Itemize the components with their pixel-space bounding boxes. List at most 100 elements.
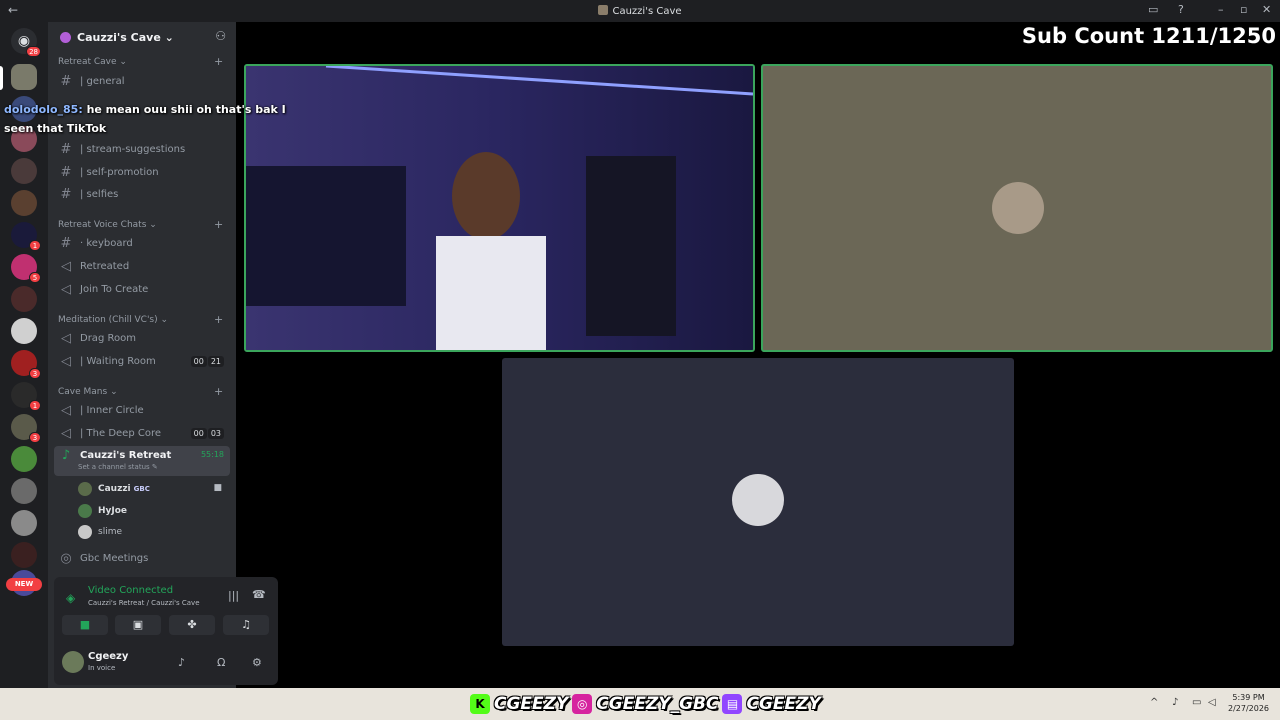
channel-general[interactable]: # | general [54, 72, 230, 92]
invite-icon[interactable]: ⚇ [215, 29, 226, 43]
participant-avatar [992, 182, 1044, 234]
avatar [78, 525, 92, 539]
new-badge: NEW [6, 578, 42, 591]
voice-user[interactable]: slime [78, 523, 228, 541]
server-icon-8[interactable] [11, 286, 37, 312]
channel-label: | general [80, 76, 125, 87]
noise-suppression-icon[interactable]: ||| [228, 589, 239, 602]
voice-location[interactable]: Cauzzi's Retreat / Cauzzi's Cave [88, 599, 200, 607]
window-title: Cauzzi's Cave [0, 5, 1280, 17]
add-channel-icon[interactable]: + [214, 55, 223, 68]
shelf [586, 156, 676, 336]
text-channel-icon: # [60, 187, 72, 202]
disconnect-icon[interactable]: ☎ [252, 588, 266, 601]
category-retreat-cave[interactable]: Retreat Cave ⌄ + [58, 55, 223, 68]
channel-retreated[interactable]: ◁ Retreated [54, 257, 230, 277]
server-badge-7: 5 [29, 272, 41, 283]
server-icon-9[interactable] [11, 318, 37, 344]
inbox-icon[interactable]: ▭ [1148, 3, 1158, 16]
video-tile-participant-3[interactable] [502, 358, 1014, 646]
clock-date: 2/27/2026 [1228, 704, 1270, 713]
maximize-button[interactable]: ▫ [1240, 3, 1247, 16]
server-icon-cauzzis-cave[interactable] [11, 64, 37, 90]
server-icon-11[interactable]: 1 [11, 382, 41, 411]
add-channel-icon[interactable]: + [214, 218, 223, 231]
channel-deep-core[interactable]: ◁ | The Deep Core 00 03 [54, 424, 230, 444]
server-icon-15[interactable] [11, 510, 37, 536]
channel-selfies[interactable]: # | selfies [54, 185, 230, 205]
tray-chevron-icon[interactable]: ^ [1150, 697, 1158, 708]
category-meditation[interactable]: Meditation (Chill VC's) ⌄ + [58, 313, 223, 326]
stage-icon: ◎ [60, 551, 72, 566]
channel-join-to-create[interactable]: ◁ Join To Create [54, 280, 230, 300]
server-name-text: Cauzzi's Cave [77, 31, 161, 44]
server-icon-4[interactable] [11, 158, 37, 184]
category-cave-mans[interactable]: Cave Mans ⌄ + [58, 385, 223, 398]
home-discord-icon[interactable]: ◉ 28 [11, 28, 41, 57]
server-icon-13[interactable] [11, 446, 37, 472]
settings-gear-icon[interactable]: ⚙ [252, 656, 262, 669]
taskbar: K CGEEZY ◎ CGEEZY_GBC ▤ CGEEZY ^ ♪ ▭ ◁ 5… [0, 688, 1280, 720]
server-name: Cauzzi's Cave ⌄ [77, 31, 174, 44]
tray-mic-icon[interactable]: ♪ [1172, 697, 1178, 708]
channel-cauzzis-retreat[interactable]: ♪ Cauzzi's Retreat 55:18 Set a channel stat… [54, 446, 230, 476]
voice-user[interactable]: Cauzzi GBC ■ [78, 480, 228, 498]
voice-user-name: HyJoe [98, 506, 128, 516]
screen-share-button[interactable]: ▣ [115, 615, 161, 635]
system-clock[interactable]: 5:39 PM 2/27/2026 [1228, 692, 1269, 714]
server-icon-6[interactable]: 1 [11, 222, 41, 251]
headphones-icon[interactable]: Ω [217, 656, 225, 669]
social-handles-overlay: K CGEEZY ◎ CGEEZY_GBC ▤ CGEEZY [470, 692, 821, 716]
camera-icon: ■ [213, 483, 222, 493]
text-channel-icon: # [60, 165, 72, 180]
tray-volume-icon[interactable]: ◁ [1208, 697, 1216, 708]
avatar[interactable] [62, 651, 84, 673]
channel-label: | stream-suggestions [80, 144, 186, 155]
user-limit: 03 [207, 428, 224, 439]
camera-button[interactable]: ■ [62, 615, 108, 635]
server-icon-12[interactable]: 3 [11, 414, 41, 443]
server-icon-10[interactable]: 3 [11, 350, 41, 379]
tray-network-icon[interactable]: ▭ [1192, 697, 1201, 708]
category-voice-chats[interactable]: Retreat Voice Chats ⌄ + [58, 218, 223, 231]
channel-stream-suggestions[interactable]: # | stream-suggestions [54, 140, 230, 160]
server-icon-14[interactable] [11, 478, 37, 504]
server-icon-7[interactable]: 5 [11, 254, 41, 283]
chat-message-continued: seen that TikTok [4, 122, 107, 135]
voice-user-label: Cauzzi [98, 484, 131, 494]
minimize-button[interactable]: – [1218, 3, 1224, 16]
channel-label: | Inner Circle [80, 405, 144, 416]
soundboard-button[interactable]: ♫ [223, 615, 269, 635]
video-tile-participant-2[interactable] [761, 64, 1273, 352]
channel-waiting-room[interactable]: ◁ | Waiting Room 00 21 [54, 352, 230, 372]
close-button[interactable]: ✕ [1262, 3, 1271, 16]
help-icon[interactable]: ? [1178, 3, 1184, 16]
voice-status[interactable]: Video Connected [88, 585, 173, 596]
voice-active-icon: ♪ [61, 448, 71, 463]
user-limit-pill: 00 21 [190, 356, 224, 367]
video-tile-camera[interactable] [244, 64, 755, 352]
category-label: Retreat Cave [58, 57, 117, 67]
voice-user[interactable]: HyJoe [78, 502, 228, 520]
server-icon-5[interactable] [11, 190, 37, 216]
text-channel-icon: # [60, 74, 72, 89]
activities-button[interactable]: ✤ [169, 615, 215, 635]
user-limit: 21 [207, 356, 224, 367]
category-label: Cave Mans [58, 387, 108, 397]
channel-keyboard[interactable]: # · keyboard [54, 234, 230, 254]
speaker-icon: ◁ [61, 426, 71, 441]
server-header[interactable]: Cauzzi's Cave ⌄ ⚇ [48, 22, 236, 54]
channel-status[interactable]: Set a channel status ✎ [78, 463, 158, 471]
speaker-icon: ◁ [61, 259, 71, 274]
add-channel-icon[interactable]: + [214, 385, 223, 398]
text-channel-icon: # [60, 236, 72, 251]
channel-drag-room[interactable]: ◁ Drag Room [54, 329, 230, 349]
mic-icon[interactable]: ♪ [178, 656, 185, 669]
channel-self-promotion[interactable]: # | self-promotion [54, 163, 230, 183]
channel-inner-circle[interactable]: ◁ | Inner Circle [54, 401, 230, 421]
title-bar: ← Cauzzi's Cave ▭ ? – ▫ ✕ [0, 0, 1280, 22]
server-icon-16[interactable] [11, 542, 37, 568]
channel-gbc-meetings[interactable]: ◎ Gbc Meetings [54, 549, 230, 569]
channel-label: Cauzzi's Retreat [80, 450, 172, 461]
add-channel-icon[interactable]: + [214, 313, 223, 326]
